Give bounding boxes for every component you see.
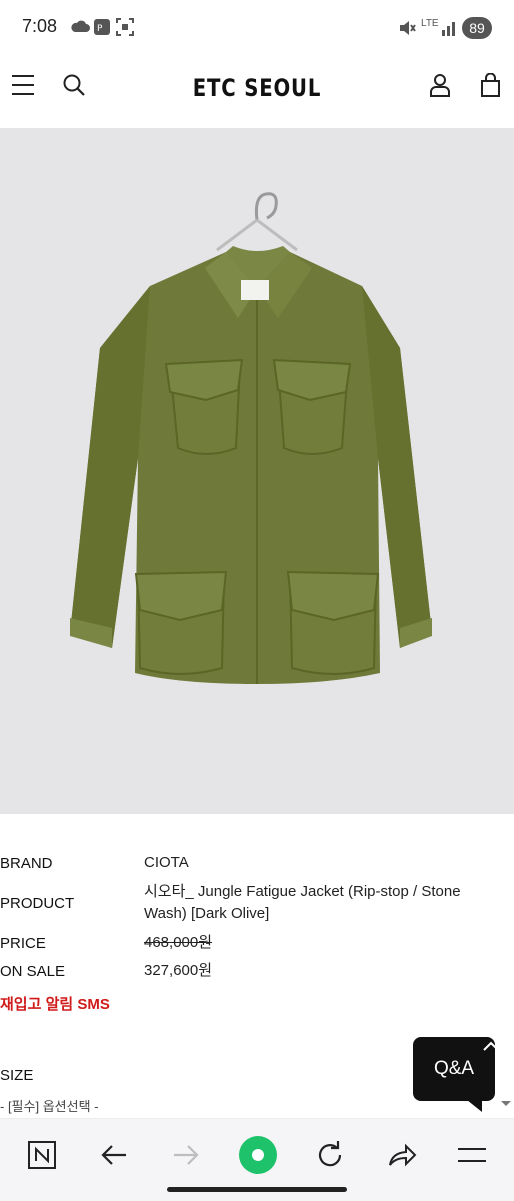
jacket-illustration — [70, 192, 432, 684]
screenshot-icon — [116, 18, 134, 36]
sale-label: ON SALE — [0, 963, 66, 980]
size-select[interactable]: - [필수] 옵션선택 - — [0, 1096, 98, 1115]
naver-home-icon[interactable] — [20, 1133, 64, 1177]
pay-icon: P — [94, 19, 110, 35]
menu-icon[interactable] — [450, 1133, 494, 1177]
qa-label: Q&A — [433, 1058, 475, 1079]
status-time: 7:08 — [22, 16, 58, 36]
account-icon[interactable] — [429, 73, 451, 97]
forward-arrow-icon[interactable] — [164, 1133, 208, 1177]
qa-bubble-tail — [462, 1096, 482, 1112]
battery-badge: 89 — [462, 17, 492, 39]
price-label: PRICE — [0, 935, 46, 952]
status-bar: 7:08 P LTE 89 — [0, 0, 514, 56]
green-dot-icon[interactable] — [236, 1133, 280, 1177]
brand-label: BRAND — [0, 855, 53, 872]
sale-price: 327,600원 — [144, 962, 213, 979]
signal-icon — [442, 22, 455, 36]
chevron-down-icon[interactable] — [500, 1100, 512, 1108]
original-price: 468,000원 — [144, 934, 213, 951]
brand-value[interactable]: CIOTA — [144, 852, 189, 874]
gesture-home-bar[interactable] — [167, 1187, 347, 1192]
product-name-line1: 시오타_ Jungle Fatigue Jacket (Rip-stop / S… — [144, 883, 461, 900]
network-label: LTE — [421, 18, 439, 29]
chevron-up-icon[interactable] — [482, 1040, 500, 1052]
restock-sms-link[interactable]: 재입고 알림 SMS — [0, 993, 110, 1014]
refresh-icon[interactable] — [308, 1133, 352, 1177]
product-image[interactable] — [0, 128, 514, 814]
product-name: 시오타_ Jungle Fatigue Jacket (Rip-stop / S… — [144, 881, 504, 925]
product-name-line2: Wash) [Dark Olive] — [144, 905, 270, 922]
battery-level: 89 — [469, 20, 485, 36]
back-arrow-icon[interactable] — [92, 1133, 136, 1177]
share-icon[interactable] — [380, 1133, 424, 1177]
site-logo[interactable]: ETC SEOUL — [46, 74, 467, 102]
shopping-bag-icon[interactable] — [480, 73, 502, 97]
site-header: ETC SEOUL — [0, 56, 514, 128]
svg-text:P: P — [97, 24, 103, 34]
product-label: PRODUCT — [0, 895, 75, 912]
size-label: SIZE — [0, 1067, 34, 1084]
cloud-icon — [71, 20, 90, 32]
mute-icon — [400, 21, 416, 35]
hamburger-menu-icon[interactable] — [12, 74, 36, 96]
